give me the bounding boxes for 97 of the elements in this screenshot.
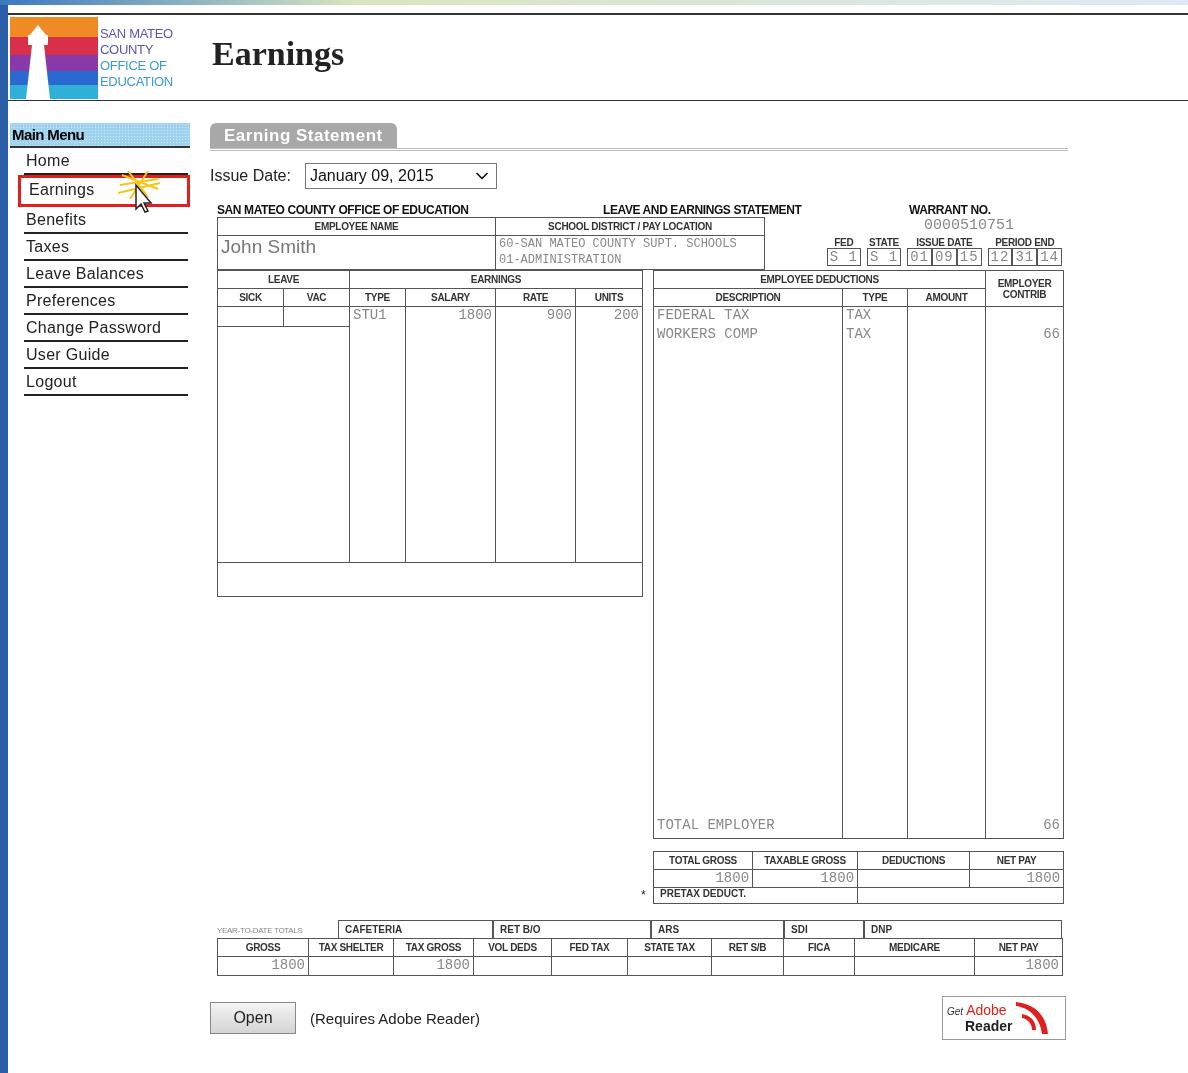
menu-item[interactable]: Earnings	[18, 175, 190, 207]
menu-item[interactable]: Taxes	[24, 234, 188, 261]
column-header: RET S/B	[711, 938, 784, 957]
table-cell-text: 1800	[1024, 957, 1059, 973]
column-header: SICK	[217, 288, 284, 307]
column-header: NET PAY	[974, 938, 1063, 957]
issue-date-select[interactable]: January 09, 2015	[304, 163, 497, 189]
column-header: GROSS	[217, 938, 309, 957]
menu-title: Main Menu	[10, 123, 190, 148]
ytd-field-label: ARS	[651, 920, 784, 938]
column-header: TAX SHELTER	[308, 938, 394, 957]
table-cell-text: 1800	[714, 870, 750, 886]
code-label: PERIOD END	[994, 237, 1056, 248]
group-header: LEAVE	[217, 270, 350, 289]
lighthouse-logo-icon	[10, 16, 98, 99]
code-label: FED	[833, 237, 855, 248]
org-name: SAN MATEO COUNTY OFFICE OF EDUCATION	[217, 203, 470, 217]
column-header: EMPLOYER CONTRIB	[985, 270, 1064, 307]
table-cell-text: FEDERAL TAX	[657, 307, 751, 323]
ytd-field-label: DNP	[864, 920, 1062, 938]
menu-item[interactable]: Preferences	[24, 288, 188, 315]
table-cell-text: 200	[612, 307, 640, 323]
column-header: TAX GROSS	[393, 938, 474, 957]
code-value: 31	[1012, 248, 1038, 266]
column-header: TYPE	[842, 288, 908, 307]
column-header: SCHOOL DISTRICT / PAY LOCATION	[495, 217, 765, 236]
logo-text: COUNTY	[100, 41, 155, 58]
table-cell-text: 1800	[819, 870, 855, 886]
code-value: S 1	[866, 248, 902, 266]
pretax-mark: *	[641, 888, 647, 902]
table-cell-text: 1800	[435, 957, 470, 973]
column-header: TAXABLE GROSS	[752, 851, 858, 870]
column-header: UNITS	[575, 288, 643, 307]
ytd-field-label: CAFETERIA	[338, 920, 493, 938]
menu-item[interactable]: Change Password	[24, 315, 188, 342]
code-value: 14	[1037, 248, 1062, 266]
column-header: DEDUCTIONS	[857, 851, 970, 870]
menu-item[interactable]: Home	[24, 148, 188, 175]
column-header: STATE TAX	[627, 938, 712, 957]
pretax-label: PRETAX DEDUCT.	[659, 888, 747, 899]
table-cell-text: 900	[545, 307, 572, 323]
badge-text: Get	[947, 1006, 964, 1017]
logo-text: OFFICE OF	[100, 57, 168, 74]
cursor-icon	[118, 171, 162, 213]
adobe-reader-badge[interactable]: Get Adobe Reader	[942, 996, 1066, 1040]
total-label: TOTAL EMPLOYER	[657, 816, 776, 833]
menu-item[interactable]: User Guide	[24, 342, 188, 369]
menu-item[interactable]: Logout	[24, 369, 188, 396]
warrant-number: 0000510751	[924, 217, 1014, 234]
table-cell-text: 1800	[270, 957, 305, 973]
badge-brand: Adobe	[966, 1002, 1007, 1018]
logo-text: SAN MATEO	[100, 25, 173, 42]
ytd-field-label: RET B/O	[493, 920, 651, 938]
column-header: NET PAY	[969, 851, 1064, 870]
column-header: TYPE	[349, 288, 406, 307]
table-cell-text: 1800	[457, 307, 492, 323]
column-header: EMPLOYEE NAME	[217, 217, 496, 236]
column-header: MEDICARE	[854, 938, 975, 957]
group-header: EMPLOYEE DEDUCTIONS	[653, 270, 986, 289]
code-value: 15	[956, 248, 982, 266]
code-value: S 1	[826, 248, 861, 266]
column-header: RATE	[495, 288, 576, 307]
column-header: TOTAL GROSS	[653, 851, 753, 870]
column-header: FICA	[783, 938, 855, 957]
table-cell-text: 1800	[1025, 870, 1061, 886]
statement-title: LEAVE AND EARNINGS STATEMENT	[603, 203, 803, 217]
open-button[interactable]: Open	[210, 1002, 296, 1034]
warrant-label: WARRANT NO.	[909, 203, 992, 217]
code-label: ISSUE DATE	[915, 237, 974, 248]
ytd-label: YEAR-TO-DATE TOTALS	[217, 925, 304, 937]
column-header: VAC	[283, 288, 350, 307]
code-label: STATE	[868, 237, 900, 248]
table-cell-text: TAX	[846, 307, 873, 323]
column-header: FED TAX	[551, 938, 628, 957]
badge-product: Reader	[965, 1018, 1013, 1034]
page-title: Earnings	[212, 34, 345, 73]
pay-location: 60-SAN MATEO COUNTY SUPT. SCHOOLS	[499, 236, 738, 252]
menu-item[interactable]: Leave Balances	[24, 261, 188, 288]
logo-text: EDUCATION	[100, 73, 173, 90]
column-header: SALARY	[405, 288, 496, 307]
column-header: DESCRIPTION	[653, 288, 843, 307]
employee-name: John Smith	[221, 236, 317, 257]
code-value: 12	[987, 248, 1013, 266]
pay-location: 01-ADMINISTRATION	[499, 252, 623, 268]
issue-date-label: Issue Date:	[210, 167, 291, 185]
table-cell-text: TAX	[846, 325, 873, 342]
table-cell-text: STU1	[353, 307, 388, 323]
table-cell-text: 66	[1042, 816, 1061, 833]
code-value: 01	[907, 248, 932, 266]
table-cell-text: 66	[1042, 325, 1061, 342]
group-header: EARNINGS	[349, 270, 643, 289]
column-header: VOL DEDS	[473, 938, 552, 957]
swoosh-icon	[1014, 1000, 1051, 1036]
code-value: 09	[931, 248, 957, 266]
table-cell-text: WORKERS COMP	[657, 325, 759, 342]
ytd-field-label: SDI	[784, 920, 864, 938]
requirement-note: (Requires Adobe Reader)	[310, 1009, 482, 1027]
